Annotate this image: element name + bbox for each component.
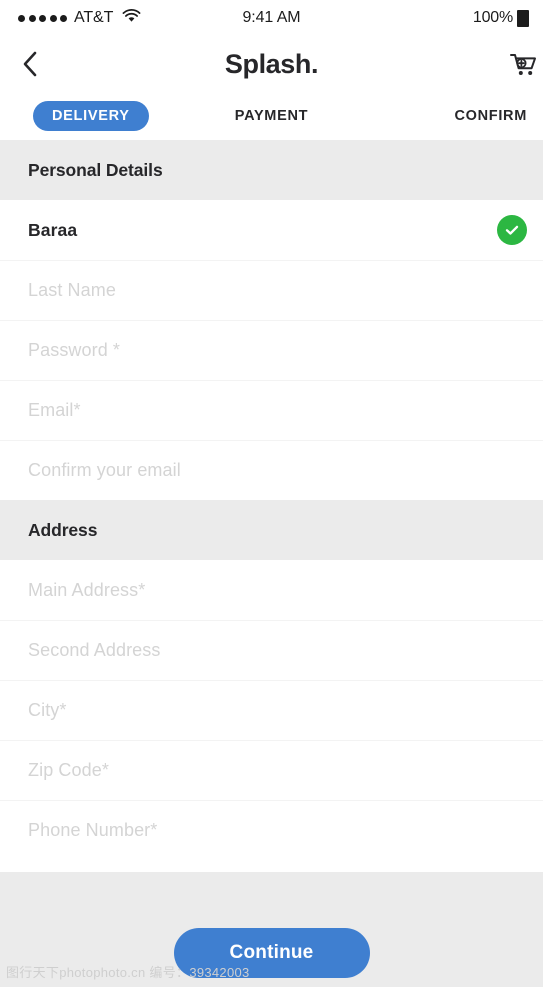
tab-payment[interactable]: PAYMENT [235, 108, 308, 124]
page-title: Splash. [224, 48, 319, 79]
field-password[interactable]: Password * [0, 320, 543, 380]
field-main-address[interactable]: Main Address* [0, 560, 543, 620]
section-header-personal-details: Personal Details [0, 140, 543, 200]
field-confirm-email[interactable]: Confirm your email [0, 440, 543, 500]
cart-plus-icon [510, 54, 536, 75]
status-bar-time: 9:41 AM [242, 9, 301, 26]
zip-code-placeholder: Zip Code* [28, 760, 109, 780]
field-zip-code[interactable]: Zip Code* [0, 740, 543, 800]
checkout-step-tabs: DELIVERY PAYMENT CONFIRM [0, 92, 543, 140]
main-address-placeholder: Main Address* [28, 579, 146, 600]
field-second-address[interactable]: Second Address [0, 620, 543, 680]
field-last-name[interactable]: Last Name [0, 260, 543, 320]
navigation-bar: Splash. [0, 36, 543, 92]
tab-confirm[interactable]: CONFIRM [454, 108, 527, 124]
first-name-value: Baraa [28, 219, 78, 240]
password-placeholder: Password * [28, 340, 121, 360]
field-email[interactable]: Email* [0, 380, 543, 440]
city-placeholder: City* [28, 700, 67, 720]
check-circle-icon [497, 215, 527, 245]
second-address-placeholder: Second Address [28, 640, 161, 660]
status-bar-right: 100% [473, 9, 529, 27]
section-title: Personal Details [28, 159, 163, 180]
field-phone-number[interactable]: Phone Number* [0, 800, 543, 860]
tab-delivery[interactable]: DELIVERY [33, 101, 149, 131]
stock-photo-watermark: 图行天下photophoto.cn 编号：39342003 [6, 965, 250, 980]
field-first-name[interactable]: Baraa [0, 200, 543, 260]
confirm-email-placeholder: Confirm your email [28, 460, 181, 480]
email-placeholder: Email* [28, 400, 81, 420]
section-title: Address [28, 519, 98, 540]
battery-full-icon [517, 9, 529, 27]
cart-button[interactable] [507, 47, 541, 81]
phone-number-placeholder: Phone Number* [28, 820, 158, 840]
section-header-address: Address [0, 500, 543, 560]
battery-percent-label: 100% [472, 9, 513, 26]
field-city[interactable]: City* [0, 680, 543, 740]
status-bar: AT&T 9:41 AM 100% [0, 0, 543, 36]
last-name-placeholder: Last Name [28, 280, 116, 300]
